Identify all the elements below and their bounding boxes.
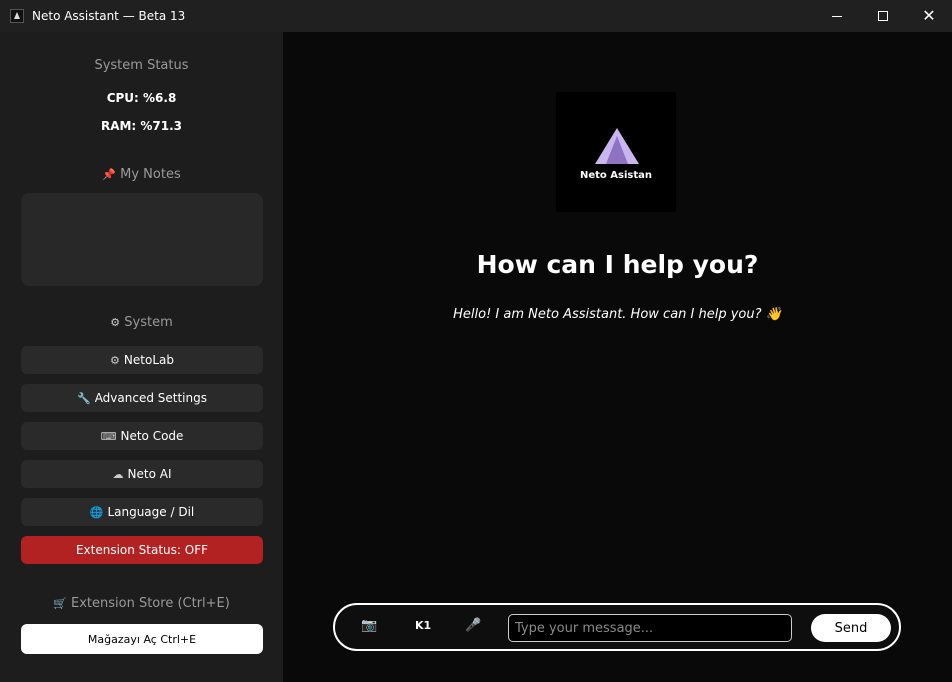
microphone-icon[interactable]: 🎤 bbox=[465, 618, 481, 633]
maximize-icon bbox=[878, 11, 888, 21]
logo-text: Neto Asistan bbox=[579, 170, 652, 181]
logo-triangle-shade bbox=[606, 136, 628, 164]
neto-ai-button[interactable]: ☁ Neto AI bbox=[21, 460, 263, 488]
pin-icon: 📌 bbox=[102, 168, 116, 181]
close-button[interactable]: ✕ bbox=[906, 0, 952, 32]
greeting-text: Hello! I am Neto Assistant. How can I he… bbox=[453, 307, 762, 322]
keyboard-button[interactable]: K1 bbox=[415, 619, 431, 632]
cart-icon: 🛒 bbox=[53, 597, 67, 610]
headline: How can I help you? bbox=[476, 250, 759, 279]
camera-icon[interactable]: 📷 bbox=[361, 618, 377, 633]
neto-code-button[interactable]: ⌨ Neto Code bbox=[21, 422, 263, 450]
waving-hand-icon: 👋 bbox=[765, 307, 782, 322]
gear-icon: ⚙ bbox=[110, 353, 120, 367]
app-logo-icon bbox=[10, 9, 24, 23]
gear-icon: ⚙ bbox=[110, 316, 121, 329]
system-heading: ⚙ System bbox=[0, 315, 283, 330]
netolab-label: NetoLab bbox=[123, 353, 174, 367]
minimize-icon bbox=[832, 15, 842, 17]
window-controls: ✕ bbox=[814, 0, 952, 32]
message-input[interactable] bbox=[508, 614, 792, 642]
system-status-title: System Status bbox=[94, 58, 189, 73]
notes-box[interactable] bbox=[21, 193, 263, 286]
system-title: System bbox=[124, 315, 173, 330]
advanced-settings-button[interactable]: 🔧 Advanced Settings bbox=[21, 384, 263, 412]
close-icon: ✕ bbox=[922, 6, 936, 25]
title-bar: Neto Assistant — Beta 13 ✕ bbox=[0, 0, 952, 32]
globe-icon: 🌐 bbox=[89, 505, 104, 519]
notes-heading: 📌 My Notes bbox=[0, 167, 283, 182]
chat-area: Neto Asistan How can I help you? Hello! … bbox=[283, 32, 952, 682]
language-button[interactable]: 🌐 Language / Dil bbox=[21, 498, 263, 526]
maximize-button[interactable] bbox=[860, 0, 906, 32]
notes-title: My Notes bbox=[120, 167, 181, 182]
sidebar: System Status CPU: %6.8 RAM: %71.3 📌 My … bbox=[0, 32, 283, 682]
extension-status-button[interactable]: Extension Status: OFF bbox=[21, 536, 263, 564]
neto-ai-label: Neto AI bbox=[127, 467, 172, 481]
wrench-icon: 🔧 bbox=[76, 391, 91, 405]
language-label: Language / Dil bbox=[107, 505, 195, 519]
extension-store-heading: 🛒 Extension Store (Ctrl+E) bbox=[0, 596, 283, 611]
store-shortcut: (Ctrl+E) bbox=[177, 596, 230, 611]
open-store-button[interactable]: Mağazayı Aç Ctrl+E bbox=[21, 624, 263, 654]
code-icon: ⌨ bbox=[100, 429, 117, 443]
ram-usage: RAM: %71.3 bbox=[100, 119, 183, 133]
netolab-button[interactable]: ⚙ NetoLab bbox=[21, 346, 263, 374]
cpu-usage: CPU: %6.8 bbox=[106, 91, 177, 105]
window-title: Neto Assistant — Beta 13 bbox=[32, 9, 186, 23]
minimize-button[interactable] bbox=[814, 0, 860, 32]
greeting-message: Hello! I am Neto Assistant. How can I he… bbox=[283, 307, 952, 322]
message-input-bar: 📷 K1 🎤 Send bbox=[333, 603, 901, 651]
store-title: Extension Store bbox=[71, 596, 174, 611]
extension-status-label: Extension Status: OFF bbox=[75, 543, 209, 557]
send-button[interactable]: Send bbox=[811, 614, 891, 642]
neto-logo: Neto Asistan bbox=[556, 92, 676, 212]
advanced-settings-label: Advanced Settings bbox=[94, 391, 207, 405]
neto-code-label: Neto Code bbox=[120, 429, 184, 443]
brain-icon: ☁ bbox=[112, 467, 124, 481]
